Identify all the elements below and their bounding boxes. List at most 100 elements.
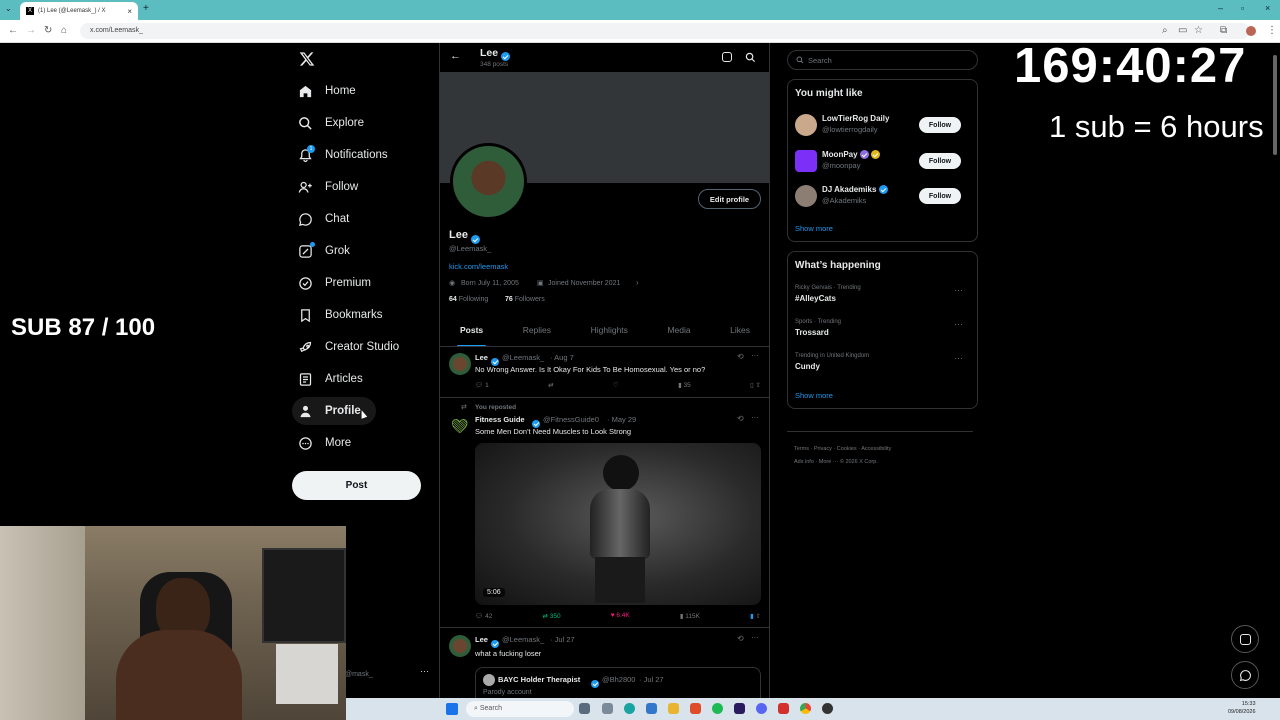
spotify-icon[interactable] (712, 703, 723, 714)
back-icon[interactable]: ← (8, 25, 18, 36)
trend-item[interactable]: Trending in United Kingdom Cundy ··· (795, 353, 970, 371)
taskview-icon[interactable] (579, 703, 590, 714)
tab-media[interactable]: Media (667, 325, 690, 335)
grok-post-icon[interactable]: ⟲ (737, 352, 744, 361)
profile-link[interactable]: kick.com/leemask (449, 262, 508, 271)
folder-icon[interactable] (668, 703, 679, 714)
repost-button[interactable]: ⇄ (548, 381, 553, 389)
video-player[interactable]: 5:06 (475, 443, 761, 605)
repost-button[interactable]: ⇄ 350 (542, 612, 560, 620)
post-avatar[interactable] (449, 353, 471, 375)
follow-button[interactable]: Follow (919, 117, 961, 133)
post-author[interactable]: Lee (475, 635, 488, 644)
trend-more-icon[interactable]: ··· (954, 285, 963, 295)
sidebar-item-notifications[interactable]: 1 Notifications (298, 141, 438, 169)
settings-icon[interactable] (602, 703, 613, 714)
post-avatar[interactable]: 💚︎ (451, 417, 469, 435)
bookmark-star-icon[interactable]: ☆ (1194, 25, 1203, 36)
post-author[interactable]: Fitness Guide (475, 415, 525, 424)
like-button[interactable]: ♡ (613, 381, 619, 389)
sidebar-item-grok[interactable]: Grok (298, 237, 438, 265)
views-button[interactable]: ▮ 115K (680, 612, 700, 620)
tab-list-icon[interactable]: ⌄ (5, 4, 12, 13)
profile-avatar[interactable] (450, 143, 527, 220)
post-author[interactable]: Lee (475, 353, 488, 362)
sidebar-item-creator-studio[interactable]: Creator Studio (298, 333, 438, 361)
page-scrollbar[interactable] (1272, 45, 1278, 697)
scrollbar-thumb[interactable] (1273, 55, 1277, 155)
url-field[interactable]: x.com/Leemask_ (80, 23, 1250, 39)
browser-menu-icon[interactable]: ⋮ (1267, 25, 1277, 36)
post-item[interactable]: ⇄ You reposted 💚︎ Fitness Guide @Fitness… (440, 399, 769, 628)
reply-button[interactable]: 💬︎ 1 (475, 381, 489, 389)
following-stat[interactable]: 64 Following (449, 296, 488, 303)
suggestion-item[interactable]: MoonPay @moonpay Follow (795, 147, 970, 177)
browser-tab[interactable]: X (1) Lee (@Leemask_) / X × (20, 2, 138, 20)
minimize-icon[interactable]: – (1218, 3, 1223, 13)
follow-button[interactable]: Follow (919, 153, 961, 169)
show-more-link[interactable]: Show more (795, 224, 833, 233)
grok-analyze-icon[interactable] (722, 52, 732, 62)
footer-more[interactable]: More ··· (819, 459, 839, 465)
grok-post-icon[interactable]: ⟲ (737, 414, 744, 423)
x-logo[interactable] (299, 51, 315, 67)
post-button[interactable]: Post (292, 471, 421, 500)
trend-item[interactable]: Ricky Gervais · Trending #AlleyCats ··· (795, 285, 970, 303)
views-button[interactable]: ▮ 35 (678, 381, 691, 389)
edit-profile-button[interactable]: Edit profile (698, 189, 761, 209)
reload-icon[interactable]: ↻ (44, 25, 52, 36)
sidebar-item-more[interactable]: More (298, 429, 438, 457)
tab-posts[interactable]: Posts (456, 325, 487, 347)
post-item[interactable]: Lee @Leemask_ · Aug 7 ⟲ ··· No Wrong Ans… (440, 347, 769, 398)
grok-float-button[interactable] (1231, 625, 1259, 653)
taskbar-search[interactable]: ⌕ Search (466, 701, 574, 717)
share-icon[interactable]: ⇧ (756, 613, 761, 620)
reply-button[interactable]: 💬︎ 42 (475, 612, 492, 620)
footer-privacy[interactable]: Privacy (814, 446, 832, 452)
app-icon[interactable] (778, 703, 789, 714)
trend-more-icon[interactable]: ··· (954, 353, 963, 363)
chrome-icon[interactable] (800, 703, 811, 714)
forward-icon[interactable]: → (26, 25, 36, 36)
footer-cookies[interactable]: Cookies (837, 446, 857, 452)
sidebar-item-follow[interactable]: Follow (298, 173, 438, 201)
close-window-icon[interactable]: × (1265, 3, 1270, 13)
start-icon[interactable] (446, 703, 458, 715)
store-icon[interactable] (646, 703, 657, 714)
sidebar-item-explore[interactable]: Explore (298, 109, 438, 137)
sidebar-item-home[interactable]: Home (298, 77, 438, 105)
sidebar-item-bookmarks[interactable]: Bookmarks (298, 301, 438, 329)
show-more-link[interactable]: Show more (795, 391, 833, 400)
like-button[interactable]: ♥ 6.4K (611, 612, 630, 620)
back-arrow-icon[interactable]: ← (450, 50, 461, 62)
tab-replies[interactable]: Replies (523, 325, 551, 335)
suggestion-item[interactable]: LowTierRog Daily @lowtierrogdaily Follow (795, 111, 970, 141)
post-more-icon[interactable]: ··· (751, 413, 759, 422)
sidebar-item-chat[interactable]: Chat (298, 205, 438, 233)
quote-card[interactable]: BAYC Holder Therapist @Bh2800 · Jul 27 P… (475, 667, 761, 698)
sidebar-item-articles[interactable]: Articles (298, 365, 438, 393)
post-more-icon[interactable]: ··· (751, 351, 759, 360)
close-tab-icon[interactable]: × (127, 7, 132, 16)
trend-more-icon[interactable]: ··· (954, 319, 963, 329)
zoom-icon[interactable]: ⌕ (1162, 25, 1168, 36)
followers-stat[interactable]: 76 Followers (505, 296, 545, 303)
taskbar-clock[interactable]: 15:33 09/08/2026 (1228, 700, 1256, 716)
trend-item[interactable]: Sports · Trending Trossard ··· (795, 319, 970, 337)
bookmark-button[interactable]: ▮ ⇧ (750, 612, 761, 620)
chevron-right-icon[interactable]: › (636, 278, 639, 287)
post-avatar[interactable] (449, 635, 471, 657)
footer-ads[interactable]: Ads info (794, 459, 814, 465)
footer-terms[interactable]: Terms (794, 446, 809, 452)
discord-icon[interactable] (756, 703, 767, 714)
maximize-icon[interactable]: ▫ (1241, 3, 1244, 13)
extensions-icon[interactable]: ⧉ (1220, 25, 1227, 36)
brave-icon[interactable] (690, 703, 701, 714)
sidebar-item-premium[interactable]: Premium (298, 269, 438, 297)
post-more-icon[interactable]: ··· (751, 633, 759, 642)
follow-button[interactable]: Follow (919, 188, 961, 204)
share-icon[interactable]: ⇧ (756, 382, 761, 389)
edge-icon[interactable] (624, 703, 635, 714)
search-box[interactable]: Search (787, 50, 978, 70)
profile-avatar-icon[interactable] (1246, 26, 1256, 36)
